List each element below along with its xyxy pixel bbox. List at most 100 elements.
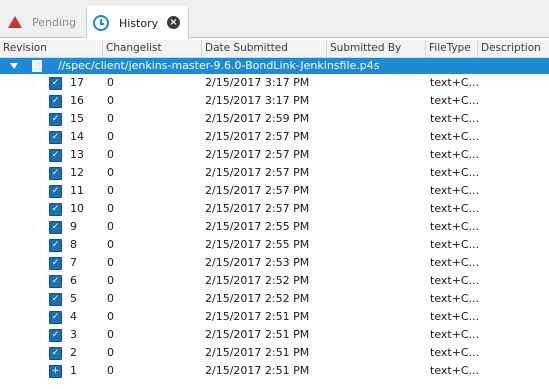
filetype-cell: text+C...	[430, 76, 480, 89]
changelist-cell: 0	[107, 256, 114, 269]
revision-cell: 2	[70, 346, 77, 359]
revision-checked-icon: ✓	[49, 203, 62, 216]
file-icon	[32, 60, 42, 72]
date-submitted-cell: 2/15/2017 2:52 PM	[205, 274, 310, 287]
date-submitted-cell: 2/15/2017 2:51 PM	[205, 346, 310, 359]
table-row[interactable]: ✓ 17 0 2/15/2017 3:17 PM text+C...	[0, 74, 549, 92]
date-submitted-cell: 2/15/2017 2:55 PM	[205, 220, 310, 233]
changelist-cell: 0	[107, 76, 114, 89]
clock-icon	[93, 15, 109, 31]
date-submitted-cell: 2/15/2017 2:57 PM	[205, 130, 310, 143]
changelist-cell: 0	[107, 274, 114, 287]
table-row[interactable]: ✓ 14 0 2/15/2017 2:57 PM text+C...	[0, 128, 549, 146]
revision-cell: 8	[70, 238, 77, 251]
date-submitted-cell: 2/15/2017 3:17 PM	[205, 94, 310, 107]
tab-history-label: History	[119, 16, 159, 30]
table-row[interactable]: +1 0 2/15/2017 2:51 PM text+C...	[0, 362, 549, 380]
revision-cell: 7	[70, 256, 77, 269]
column-header-row: Revision Changelist Date Submitted Submi…	[0, 40, 549, 58]
changelist-cell: 0	[107, 148, 114, 161]
filetype-cell: text+C...	[430, 256, 480, 269]
revision-checked-icon: ✓	[49, 113, 62, 126]
changelist-cell: 0	[107, 184, 114, 197]
revision-checked-icon: ✓	[49, 329, 62, 342]
tab-pending-label: Pending	[32, 15, 76, 29]
date-submitted-cell: 2/15/2017 2:57 PM	[205, 148, 310, 161]
table-row[interactable]: ✓ 16 0 2/15/2017 3:17 PM text+C...	[0, 92, 549, 110]
column-header-changelist[interactable]: Changelist	[103, 40, 202, 57]
date-submitted-cell: 2/15/2017 2:53 PM	[205, 256, 310, 269]
depot-path-row[interactable]: //spec/client/jenkins-master-9.6.0-BondL…	[0, 58, 549, 74]
revision-cell: 14	[70, 130, 84, 143]
date-submitted-cell: 2/15/2017 2:52 PM	[205, 292, 310, 305]
filetype-cell: text+C...	[430, 310, 480, 323]
revision-checked-icon: ✓	[49, 293, 62, 306]
revision-cell: 15	[70, 112, 84, 125]
revision-checked-icon: ✓	[49, 77, 62, 90]
filetype-cell: text+C...	[430, 184, 480, 197]
table-row[interactable]: ✓ 11 0 2/15/2017 2:57 PM text+C...	[0, 182, 549, 200]
revision-checked-icon: ✓	[49, 257, 62, 270]
table-row[interactable]: ✓ 10 0 2/15/2017 2:57 PM text+C...	[0, 200, 549, 218]
revision-cell: 1	[70, 364, 77, 377]
table-row[interactable]: ✓ 7 0 2/15/2017 2:53 PM text+C...	[0, 254, 549, 272]
revision-checked-icon: ✓	[49, 185, 62, 198]
revision-cell: 9	[70, 220, 77, 233]
table-row[interactable]: ✓ 13 0 2/15/2017 2:57 PM text+C...	[0, 146, 549, 164]
tab-bar: Pending History ×	[0, 0, 549, 39]
table-row[interactable]: ✓ 5 0 2/15/2017 2:52 PM text+C...	[0, 290, 549, 308]
table-row[interactable]: ✓ 9 0 2/15/2017 2:55 PM text+C...	[0, 218, 549, 236]
column-header-description[interactable]: Description	[478, 40, 549, 57]
date-submitted-cell: 2/15/2017 2:57 PM	[205, 202, 310, 215]
filetype-cell: text+C...	[430, 130, 480, 143]
filetype-cell: text+C...	[430, 112, 480, 125]
table-row[interactable]: ✓ 2 0 2/15/2017 2:51 PM text+C...	[0, 344, 549, 362]
changelist-cell: 0	[107, 112, 114, 125]
date-submitted-cell: 2/15/2017 2:59 PM	[205, 112, 310, 125]
revision-checked-icon: ✓	[49, 311, 62, 324]
revision-checked-icon: ✓	[49, 131, 62, 144]
revision-checked-icon: +	[49, 365, 62, 378]
table-row[interactable]: ✓ 4 0 2/15/2017 2:51 PM text+C...	[0, 308, 549, 326]
filetype-cell: text+C...	[430, 364, 480, 377]
changelist-cell: 0	[107, 364, 114, 377]
filetype-cell: text+C...	[430, 346, 480, 359]
table-row[interactable]: ✓ 6 0 2/15/2017 2:52 PM text+C...	[0, 272, 549, 290]
revision-cell: 11	[70, 184, 84, 197]
filetype-cell: text+C...	[430, 202, 480, 215]
tab-pending[interactable]: Pending	[0, 6, 86, 38]
table-row[interactable]: ✓ 8 0 2/15/2017 2:55 PM text+C...	[0, 236, 549, 254]
column-header-date-submitted[interactable]: Date Submitted	[202, 40, 327, 57]
warning-triangle-icon	[8, 16, 22, 28]
changelist-cell: 0	[107, 346, 114, 359]
revision-checked-icon: ✓	[49, 275, 62, 288]
date-submitted-cell: 2/15/2017 2:51 PM	[205, 328, 310, 341]
close-tab-icon[interactable]: ×	[167, 16, 180, 29]
revision-cell: 6	[70, 274, 77, 287]
filetype-cell: text+C...	[430, 166, 480, 179]
filetype-cell: text+C...	[430, 220, 480, 233]
column-header-revision[interactable]: Revision	[0, 40, 103, 57]
revision-checked-icon: ✓	[49, 149, 62, 162]
revision-checked-icon: ✓	[49, 95, 62, 108]
date-submitted-cell: 2/15/2017 2:57 PM	[205, 166, 310, 179]
revision-cell: 17	[70, 76, 84, 89]
revision-checked-icon: ✓	[49, 239, 62, 252]
date-submitted-cell: 2/15/2017 3:17 PM	[205, 76, 310, 89]
changelist-cell: 0	[107, 94, 114, 107]
changelist-cell: 0	[107, 220, 114, 233]
depot-path: //spec/client/jenkins-master-9.6.0-BondL…	[58, 59, 380, 72]
column-header-submitted-by[interactable]: Submitted By	[327, 40, 426, 57]
date-submitted-cell: 2/15/2017 2:51 PM	[205, 310, 310, 323]
date-submitted-cell: 2/15/2017 2:57 PM	[205, 184, 310, 197]
filetype-cell: text+C...	[430, 148, 480, 161]
filetype-cell: text+C...	[430, 94, 480, 107]
expand-arrow-icon[interactable]	[10, 63, 18, 69]
column-header-filetype[interactable]: FileType	[426, 40, 478, 57]
table-row[interactable]: ✓ 12 0 2/15/2017 2:57 PM text+C...	[0, 164, 549, 182]
revision-cell: 13	[70, 148, 84, 161]
table-row[interactable]: ✓ 3 0 2/15/2017 2:51 PM text+C...	[0, 326, 549, 344]
revision-cell: 12	[70, 166, 84, 179]
table-row[interactable]: ✓ 15 0 2/15/2017 2:59 PM text+C...	[0, 110, 549, 128]
tab-history[interactable]: History ×	[86, 6, 189, 39]
